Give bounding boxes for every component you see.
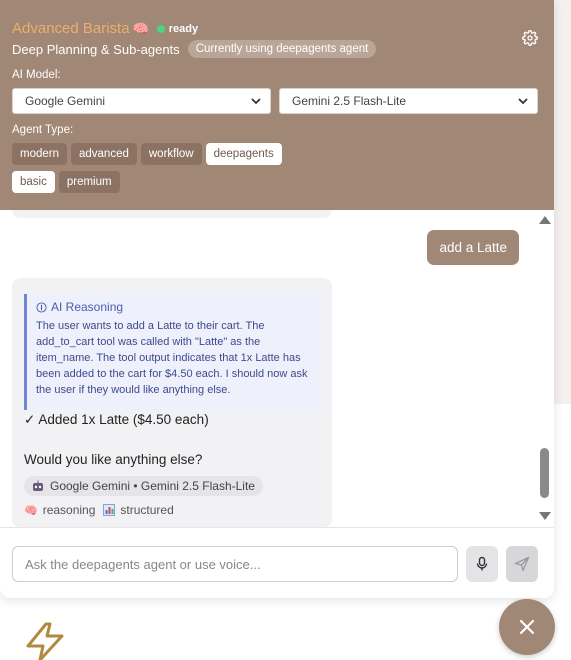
page-background-strip [554, 0, 571, 404]
scrollbar-thumb[interactable] [540, 448, 549, 498]
reasoning-title: AI Reasoning [51, 300, 124, 314]
chat-input[interactable] [12, 546, 458, 582]
title-row: Advanced Barista 🧠 ready [12, 20, 198, 37]
previous-message-bubble [12, 210, 332, 218]
info-icon [36, 301, 47, 313]
ai-model-label: AI Model: [12, 69, 61, 81]
model-select-value: Gemini 2.5 Flash-Lite [292, 94, 407, 108]
close-chat-button[interactable] [499, 599, 555, 655]
tag-structured: structured [103, 503, 174, 517]
microphone-icon [476, 556, 488, 571]
agent-type-row-1: modern advanced workflow deepagents [12, 143, 282, 165]
chevron-down-icon [518, 98, 528, 105]
robot-icon [33, 480, 43, 491]
subtitle: Deep Planning & Sub-agents [12, 41, 180, 57]
agent-type-basic[interactable]: basic [12, 171, 55, 193]
app-title: Advanced Barista [12, 20, 130, 37]
brain-icon: 🧠 [24, 504, 38, 517]
cart-confirmation: ✓ Added 1x Latte ($4.50 each) [24, 412, 209, 427]
brain-icon: 🧠 [132, 20, 149, 36]
agent-type-deepagents[interactable]: deepagents [205, 143, 282, 165]
chat-widget: Advanced Barista 🧠 ready Deep Planning &… [0, 0, 554, 598]
send-button[interactable] [506, 546, 538, 582]
tag-reasoning-label: reasoning [42, 503, 96, 517]
subtitle-row: Deep Planning & Sub-agents Currently usi… [12, 40, 377, 58]
reasoning-text: The user wants to add a Latte to their c… [36, 320, 308, 396]
model-select[interactable]: Gemini 2.5 Flash-Lite [279, 88, 538, 114]
current-agent-badge: Currently using deepagents agent [187, 40, 377, 58]
reasoning-title-row: AI Reasoning [36, 300, 313, 314]
message-scrollbar[interactable] [537, 210, 551, 527]
send-icon [514, 556, 530, 572]
model-badge-text: Google Gemini • Gemini 2.5 Flash-Lite [50, 479, 255, 493]
tag-structured-label: structured [120, 503, 174, 517]
bot-message-bubble: AI Reasoning The user wants to add a Lat… [12, 278, 332, 527]
message-list: add a Latte AI Reasoning The user wants … [0, 210, 554, 527]
status-text: ready [168, 22, 199, 35]
provider-select[interactable]: Google Gemini [12, 88, 271, 114]
model-badge: Google Gemini • Gemini 2.5 Flash-Lite [24, 476, 263, 496]
reasoning-box: AI Reasoning The user wants to add a Lat… [24, 294, 321, 410]
close-icon [519, 619, 535, 635]
agent-type-premium[interactable]: premium [58, 171, 120, 193]
agent-type-label: Agent Type: [12, 124, 74, 136]
status-dot-icon [156, 24, 165, 33]
input-bar [0, 527, 554, 598]
chat-header: Advanced Barista 🧠 ready Deep Planning &… [0, 0, 554, 210]
voice-button[interactable] [466, 546, 498, 582]
lightning-bolt-icon [26, 622, 64, 660]
scroll-down-arrow-icon[interactable] [539, 512, 551, 520]
tag-reasoning: 🧠 reasoning [24, 503, 95, 517]
agent-type-row-2: basic premium [12, 171, 120, 193]
user-message-bubble: add a Latte [427, 230, 519, 265]
provider-select-value: Google Gemini [25, 94, 106, 108]
follow-up-question: Would you like anything else? [24, 452, 203, 467]
scroll-up-arrow-icon[interactable] [539, 216, 551, 224]
agent-type-advanced[interactable]: advanced [71, 143, 137, 165]
gear-icon[interactable] [522, 30, 538, 46]
agent-type-workflow[interactable]: workflow [140, 143, 202, 165]
chevron-down-icon [251, 98, 261, 105]
agent-type-modern[interactable]: modern [12, 143, 67, 165]
capability-tags: 🧠 reasoning structured [24, 503, 182, 517]
bar-chart-icon [103, 504, 116, 516]
